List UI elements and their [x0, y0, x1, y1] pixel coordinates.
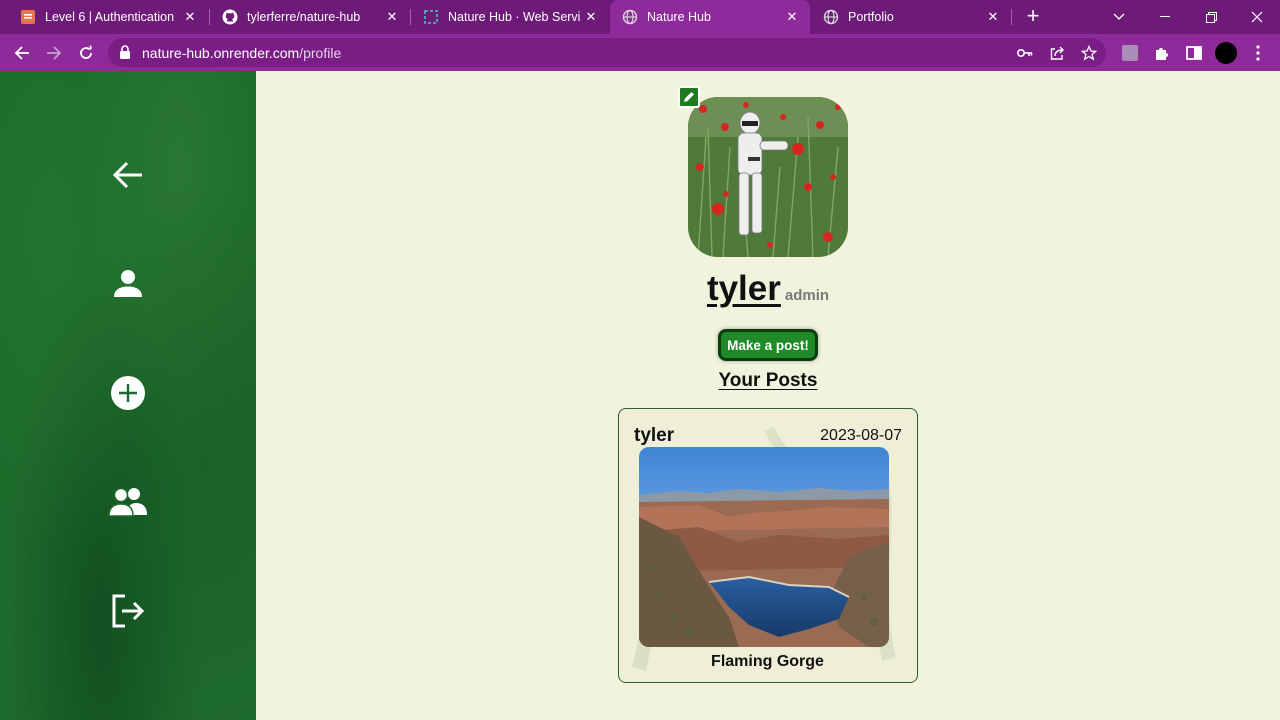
- address-bar[interactable]: nature-hub.onrender.com/profile: [108, 38, 1106, 67]
- post-date: 2023-08-07: [820, 427, 902, 444]
- minimize-button[interactable]: [1142, 0, 1188, 34]
- post-caption: Flaming Gorge: [711, 653, 824, 670]
- edit-avatar-button[interactable]: [678, 86, 700, 108]
- render-icon: [423, 9, 439, 25]
- globe-icon: [823, 9, 839, 25]
- side-panel-icon[interactable]: [1184, 43, 1204, 63]
- close-tab-icon[interactable]: ✕: [581, 7, 601, 27]
- profile-icon[interactable]: [108, 264, 148, 304]
- extension-icon[interactable]: [1120, 43, 1140, 63]
- key-icon[interactable]: [1016, 44, 1034, 62]
- post-author: tyler: [634, 425, 675, 446]
- tab-search-icon[interactable]: [1096, 0, 1142, 34]
- puzzle-extensions-icon[interactable]: [1152, 43, 1172, 63]
- tab-label: Nature Hub · Web Service: [448, 10, 581, 24]
- tab-label: tylerferre/nature-hub: [247, 10, 361, 24]
- username: tyler: [706, 269, 781, 308]
- close-tab-icon[interactable]: ✕: [983, 7, 1003, 27]
- tab-label: Portfolio: [848, 10, 894, 24]
- url-text: nature-hub.onrender.com/profile: [142, 45, 341, 61]
- profile-avatar: [688, 97, 848, 257]
- close-tab-icon[interactable]: ✕: [180, 7, 200, 27]
- users-icon[interactable]: [108, 482, 148, 522]
- tab-label: Level 6 | Authentication: [45, 10, 175, 24]
- sidebar: [0, 71, 256, 720]
- post-card[interactable]: tyler 2023-08-07 Flaming Gorge: [618, 408, 918, 683]
- tab-nature-hub[interactable]: Nature Hub ✕: [610, 0, 810, 34]
- tab-render[interactable]: Nature Hub · Web Service ✕: [411, 0, 609, 34]
- profile-page: tyler admin Make a post! Your Posts tyler…: [256, 71, 1280, 720]
- close-tab-icon[interactable]: ✕: [382, 7, 402, 27]
- url-host: nature-hub.onrender.com: [142, 45, 300, 61]
- tab-portfolio[interactable]: Portfolio ✕: [811, 0, 1011, 34]
- new-tab-button[interactable]: +: [1021, 5, 1045, 29]
- post-image: [639, 447, 889, 647]
- github-icon: [222, 9, 238, 25]
- browser-toolbar: nature-hub.onrender.com/profile: [0, 34, 1280, 71]
- pencil-icon: [684, 92, 694, 102]
- tab-level6[interactable]: Level 6 | Authentication ✕: [8, 0, 208, 34]
- avatar[interactable]: [1214, 41, 1238, 65]
- tab-github[interactable]: tylerferre/nature-hub ✕: [210, 0, 410, 34]
- doc-tab-icon: [20, 9, 36, 25]
- reload-button[interactable]: [72, 39, 100, 67]
- lock-icon[interactable]: [119, 45, 131, 64]
- add-circle-icon[interactable]: [108, 373, 148, 413]
- share-icon[interactable]: [1048, 44, 1066, 62]
- close-tab-icon[interactable]: ✕: [782, 7, 802, 27]
- url-path: /profile: [299, 45, 342, 61]
- close-window-button[interactable]: [1234, 0, 1280, 34]
- forward-button[interactable]: [40, 39, 68, 67]
- bookmark-star-icon[interactable]: [1080, 44, 1098, 62]
- restore-button[interactable]: [1188, 0, 1234, 34]
- menu-dots-icon[interactable]: [1248, 43, 1268, 63]
- tab-label: Nature Hub: [647, 10, 711, 24]
- back-arrow-icon[interactable]: [108, 155, 148, 195]
- make-post-button[interactable]: Make a post!: [718, 329, 818, 361]
- your-posts-heading: Your Posts: [718, 370, 818, 391]
- logout-icon[interactable]: [108, 591, 148, 631]
- browser-tab-bar: Level 6 | Authentication ✕ tylerferre/na…: [0, 0, 1280, 34]
- username-row: tyler admin: [256, 269, 1280, 309]
- back-button[interactable]: [8, 39, 36, 67]
- globe-icon: [622, 9, 638, 25]
- profile-photo: [688, 97, 848, 257]
- role-badge: admin: [784, 287, 830, 304]
